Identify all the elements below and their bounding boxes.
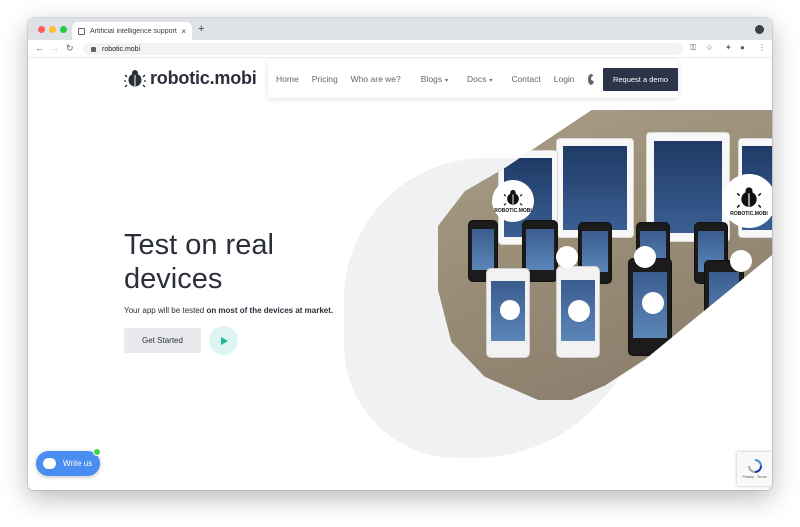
star-icon[interactable]: ☆ xyxy=(706,43,713,52)
browser-toolbar: ← → ↻ robotic.mobi ⚿ ☆ ✦ ● ⋮ xyxy=(28,40,772,58)
main-nav: Home Pricing Who are we? Blogs ▾ Docs ▾ Co… xyxy=(268,60,678,98)
reload-icon[interactable]: ↻ xyxy=(66,43,74,54)
key-icon[interactable]: ⚿ xyxy=(690,43,696,53)
recaptcha-badge[interactable]: Privacy - Terms xyxy=(737,452,772,486)
chat-widget-button[interactable]: Write us xyxy=(36,448,101,476)
chat-bubble-icon xyxy=(43,458,56,469)
play-video-button[interactable] xyxy=(209,326,238,355)
nav-login[interactable]: Login xyxy=(554,74,575,84)
robotic-badge: ROBOTIC.MOBI xyxy=(722,174,772,228)
tab-search-icon[interactable] xyxy=(755,25,764,34)
page-viewport: robotic.mobi Home Pricing Who are we? Bl… xyxy=(28,58,772,490)
forward-arrow-icon[interactable]: → xyxy=(50,43,59,53)
new-tab-button[interactable]: + xyxy=(198,23,204,35)
robotic-badge-small xyxy=(634,246,656,268)
get-started-button[interactable]: Get Started xyxy=(124,328,201,353)
request-demo-button[interactable]: Request a demo xyxy=(602,67,678,91)
tab-favicon-icon xyxy=(78,27,85,35)
robotic-badge-small xyxy=(500,300,520,320)
devices-photo: ROBOTIC.MOBI ROBOTIC.MOBI xyxy=(438,110,772,400)
nav-blogs-label: Blogs xyxy=(420,74,443,84)
hero-subtitle-plain: Your app will be tested xyxy=(124,306,207,315)
chevron-down-icon: ▾ xyxy=(445,78,449,84)
robotic-badge-small xyxy=(642,292,664,314)
profile-icon[interactable]: ● xyxy=(740,43,745,52)
bug-logo-icon xyxy=(736,186,762,208)
robotic-badge-small xyxy=(556,246,578,268)
play-icon xyxy=(221,336,228,345)
recaptcha-label: Privacy - Terms xyxy=(742,475,767,479)
logo-text: robotic.mobi xyxy=(150,68,257,88)
back-arrow-icon[interactable]: ← xyxy=(35,43,44,53)
nav-docs-label: Docs xyxy=(467,74,487,84)
chevron-down-icon: ▾ xyxy=(489,78,493,84)
tab-title: Artificial intelligence supported xyxy=(90,27,178,35)
nav-docs[interactable]: Docs ▾ xyxy=(467,74,492,84)
robotic-badge: ROBOTIC.MOBI xyxy=(492,180,534,222)
hero-subtitle-bold: on most of the devices at market. xyxy=(206,306,334,315)
bug-logo-icon xyxy=(503,189,523,206)
hero-subtitle: Your app will be tested on most of the d… xyxy=(124,306,333,315)
user-icon[interactable] xyxy=(587,73,597,85)
phone-device xyxy=(704,260,744,340)
kebab-menu-icon[interactable]: ⋮ xyxy=(758,43,766,52)
nav-contact[interactable]: Contact xyxy=(511,74,540,84)
nav-blogs[interactable]: Blogs ▾ xyxy=(421,74,448,84)
maximize-window-button[interactable] xyxy=(60,26,67,33)
badge-text: ROBOTIC.MOBI xyxy=(730,210,768,217)
robotic-badge-small xyxy=(568,300,590,322)
browser-tab[interactable]: Artificial intelligence supported × xyxy=(72,22,192,40)
puzzle-icon[interactable]: ✦ xyxy=(725,43,732,52)
hero-title: Test on real devices xyxy=(124,229,274,295)
nav-who-are-we[interactable]: Who are we? xyxy=(351,74,401,84)
nav-pricing[interactable]: Pricing xyxy=(312,74,338,84)
badge-text: ROBOTIC.MOBI xyxy=(494,207,532,214)
lock-icon xyxy=(91,46,96,52)
url-text: robotic.mobi xyxy=(102,45,141,53)
recaptcha-icon xyxy=(747,459,762,473)
online-status-dot xyxy=(93,448,101,456)
chat-label: Write us xyxy=(63,459,93,468)
tab-bar: Artificial intelligence supported × + xyxy=(28,18,772,40)
tab-close-icon[interactable]: × xyxy=(181,27,186,36)
browser-window: Artificial intelligence supported × + ← … xyxy=(28,18,772,490)
robotic-badge-small xyxy=(730,250,752,272)
close-window-button[interactable] xyxy=(38,26,45,33)
site-logo[interactable]: robotic.mobi xyxy=(124,68,257,89)
nav-home[interactable]: Home xyxy=(276,74,299,84)
bug-logo-icon xyxy=(124,69,146,87)
minimize-window-button[interactable] xyxy=(49,26,56,33)
address-bar[interactable]: robotic.mobi xyxy=(83,43,683,55)
